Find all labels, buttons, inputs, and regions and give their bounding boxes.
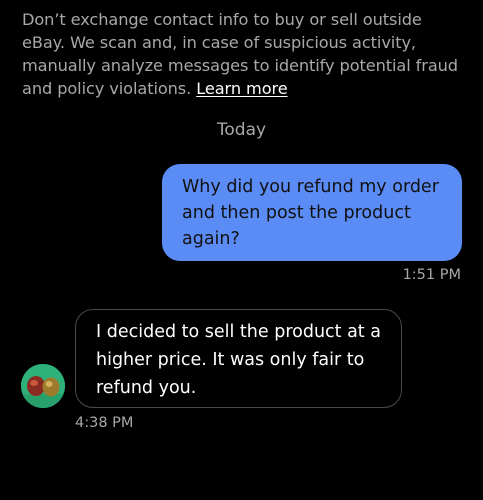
safety-notice: Don’t exchange contact info to buy or se…: [22, 8, 468, 100]
outgoing-message-bubble[interactable]: Why did you refund my order and then pos…: [162, 164, 462, 261]
outgoing-message-timestamp: 1:51 PM: [402, 267, 461, 283]
seller-avatar[interactable]: [21, 364, 65, 408]
learn-more-link[interactable]: Learn more: [196, 79, 287, 98]
incoming-message-timestamp: 4:38 PM: [75, 415, 134, 431]
date-separator: Today: [216, 120, 267, 140]
avatar-image: [21, 364, 65, 408]
incoming-message-bubble[interactable]: I decided to sell the product at a highe…: [75, 309, 402, 408]
messages-screen: Don’t exchange contact info to buy or se…: [0, 0, 483, 500]
